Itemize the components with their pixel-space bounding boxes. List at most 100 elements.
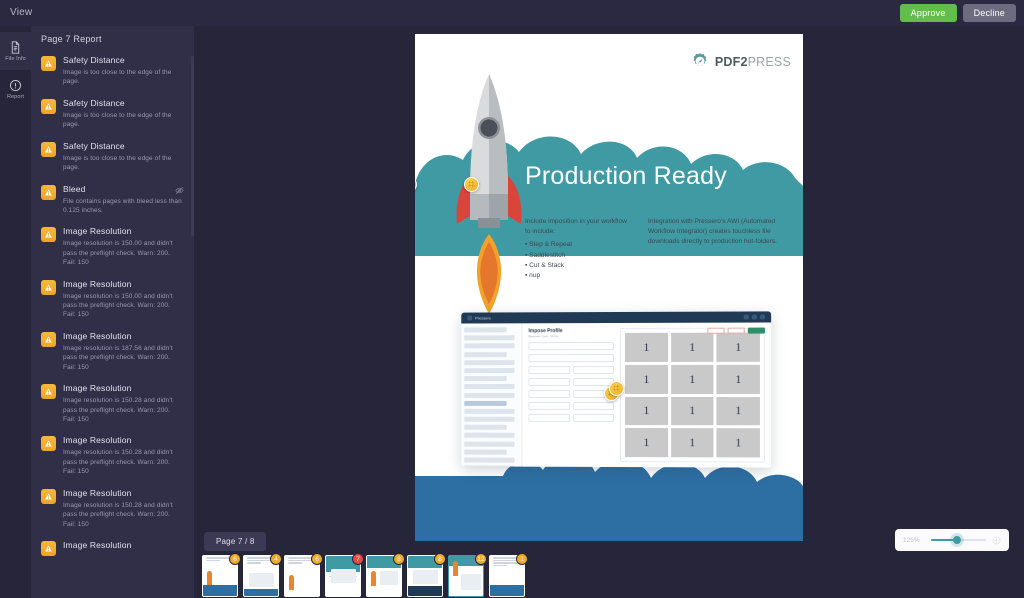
issue-item[interactable]: Image Resolution Image resolution is 150.…: [31, 430, 194, 482]
issue-item[interactable]: Image Resolution Image resolution is 150.…: [31, 378, 194, 430]
mockup-grid-cell: 1: [624, 428, 668, 458]
mockup-nav-item: [464, 416, 515, 422]
mockup-nav-item: [464, 351, 507, 357]
issue-title: Safety Distance: [63, 140, 125, 151]
mockup-icon-2: [751, 314, 757, 320]
issue-body: Bleed File contains pages with bleed less…: [63, 184, 184, 216]
logo-text: PDF2PRESS: [715, 55, 791, 69]
issue-body: Image Resolution: [63, 540, 184, 556]
page-indicator: Page 7 / 8: [204, 532, 267, 551]
page-thumbnail[interactable]: 12: [448, 553, 487, 598]
rocket-illustration: [456, 74, 522, 314]
thumbnail-issue-badge: 6: [229, 553, 241, 565]
eye-slash-icon[interactable]: [175, 186, 184, 195]
issue-description: Image resolution is 150.00 and didn't pa…: [63, 292, 173, 319]
annotation-marker-2[interactable]: [464, 177, 479, 192]
issue-description: File contains pages with bleed less than…: [63, 197, 182, 214]
column-right-text: Integration with Pressero's AWI (Automat…: [648, 218, 778, 246]
issue-item[interactable]: Bleed File contains pages with bleed less…: [31, 179, 194, 222]
issue-item[interactable]: Image Resolution Image resolution is 187.…: [31, 326, 194, 378]
mockup-imposition-grid: 111111111111: [619, 327, 766, 463]
issue-item[interactable]: Safety Distance Image is too close to the…: [31, 93, 194, 136]
mockup-field-name: [528, 342, 615, 351]
mockup-nav-item: [464, 392, 515, 398]
top-menu-bar: View Approve Decline: [0, 0, 1024, 26]
page-thumbnail[interactable]: 4: [243, 553, 282, 598]
fit-page-icon[interactable]: [992, 536, 1001, 545]
issue-title: Image Resolution: [63, 487, 132, 498]
issue-item[interactable]: Image Resolution: [31, 535, 194, 562]
warning-icon: [41, 436, 56, 452]
issue-body: Image Resolution Image resolution is 150.…: [63, 383, 184, 424]
mockup-nav-item: [464, 400, 507, 406]
info-circle-icon: [9, 79, 22, 92]
mockup-nav-item: [464, 359, 515, 365]
menu-view[interactable]: View: [0, 0, 42, 26]
page-thumbnail[interactable]: 6: [202, 553, 241, 598]
warning-icon: [41, 540, 56, 556]
thumbnail-issue-badge: 4: [270, 553, 282, 565]
warning-icon: [41, 56, 56, 71]
page-report-title: Page 7 Report: [41, 34, 102, 44]
page-thumbnail-strip[interactable]: 6 4 6 7 8 8 12 1: [194, 553, 1024, 598]
page-thumbnail[interactable]: 7: [325, 553, 364, 598]
page-thumbnail[interactable]: 8: [407, 553, 446, 598]
column-left-intro: Include imposition in your workflow to i…: [525, 218, 627, 236]
mockup-action-buttons: [707, 327, 766, 334]
issue-title: Image Resolution: [63, 539, 132, 550]
rail-item-file-info[interactable]: File Info: [0, 32, 31, 70]
mockup-brand: Pressero: [475, 315, 491, 321]
issue-body: Safety Distance Image is too close to the…: [63, 98, 184, 130]
issue-body: Safety Distance Image is too close to the…: [63, 141, 184, 173]
issue-item[interactable]: Safety Distance Image is too close to the…: [31, 136, 194, 179]
thumbnail-issue-badge: 8: [393, 553, 405, 565]
pdf-page[interactable]: PDF2PRESS Production Ready Include impos…: [415, 34, 803, 541]
imposition-bullet: Saddlestitch: [525, 251, 630, 261]
mockup-nav-item: [464, 368, 515, 374]
warning-icon: [41, 184, 56, 200]
mockup-nav-item: [464, 376, 507, 382]
left-rail: File Info Report: [0, 26, 31, 598]
page-thumbnail[interactable]: 6: [284, 553, 323, 598]
imposition-bullet: nup: [525, 271, 630, 281]
mockup-grid-cell: 1: [624, 396, 668, 426]
rail-item-report[interactable]: Report: [0, 70, 31, 108]
document-column-right: Integration with Pressero's AWI (Automat…: [648, 217, 788, 281]
mockup-pair-5: [528, 413, 615, 426]
mockup-field-select: [528, 354, 615, 363]
issue-description: Image is too close to the edge of the pa…: [63, 69, 172, 86]
issue-body: Image Resolution Image resolution is 187.…: [63, 331, 184, 372]
approve-button[interactable]: Approve: [899, 4, 957, 22]
zoom-slider-knob[interactable]: [952, 536, 961, 544]
mockup-grid-cell: 1: [670, 364, 714, 394]
issue-item[interactable]: Image Resolution Image resolution is 150.…: [31, 483, 194, 535]
mockup-grid-cell: 1: [670, 428, 714, 458]
issue-title: Image Resolution: [63, 383, 132, 394]
mockup-main: Impose Profile Business Card - 16 Up 111…: [522, 322, 771, 467]
issue-item[interactable]: Image Resolution Image resolution is 150.…: [31, 274, 194, 326]
issue-description: Image is too close to the edge of the pa…: [63, 111, 172, 129]
zoom-control[interactable]: 125%: [895, 529, 1009, 551]
issue-item[interactable]: Image Resolution Image resolution is 150.…: [31, 221, 194, 273]
issue-item[interactable]: Safety Distance Image is too close to the…: [31, 50, 194, 93]
mockup-grid-cell: 1: [716, 364, 760, 394]
warning-icon: [41, 98, 56, 114]
document-viewer: PDF2PRESS Production Ready Include impos…: [194, 26, 1024, 598]
issue-body: Image Resolution Image resolution is 150.…: [63, 226, 184, 267]
annotation-marker-3b[interactable]: [609, 381, 624, 396]
issues-sidebar[interactable]: Page 7 Report Safety Distance Image is to…: [31, 26, 194, 598]
mockup-discard-button: [727, 327, 745, 334]
page-thumbnail[interactable]: 8: [366, 553, 405, 598]
document-columns: Include imposition in your workflow to i…: [525, 217, 790, 281]
mockup-nav-item: [464, 343, 515, 349]
page-thumbnail[interactable]: 1: [489, 553, 528, 598]
mockup-subheading: Business Card - 16 Up: [528, 334, 559, 339]
mockup-menu-icon: [467, 315, 473, 321]
document-hero-title: Production Ready: [525, 162, 727, 190]
zoom-slider[interactable]: [931, 536, 986, 544]
issue-title: Safety Distance: [63, 97, 125, 108]
logo-text-bold: PDF2: [714, 55, 748, 69]
decline-button[interactable]: Decline: [962, 4, 1016, 22]
issue-description: Image resolution is 150.28 and didn't pa…: [63, 397, 173, 424]
issue-title: Safety Distance: [63, 55, 125, 65]
